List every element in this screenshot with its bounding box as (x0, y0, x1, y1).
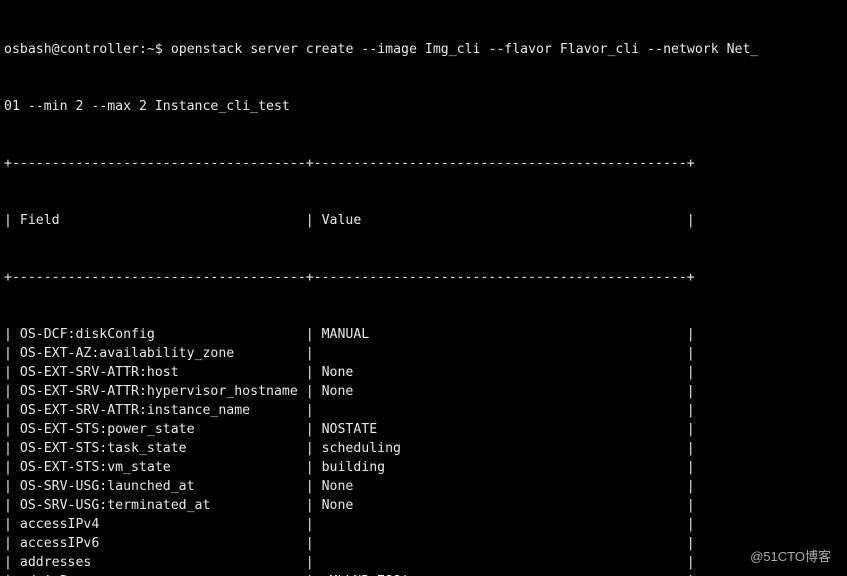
table-body: | OS-DCF:diskConfig | MANUAL || OS-EXT-A… (4, 325, 843, 576)
command-text-line2: 01 --min 2 --max 2 Instance_cli_test (4, 97, 843, 116)
table-row: | OS-EXT-STS:vm_state | building | (4, 458, 843, 477)
prompt-symbol: $ (155, 42, 163, 57)
table-row: | addresses | | (4, 553, 843, 572)
table-header-row: | Field | Value | (4, 211, 843, 230)
watermark: @51CTO博客 (750, 547, 831, 566)
table-row: | OS-EXT-STS:power_state | NOSTATE | (4, 420, 843, 439)
table-border-top: +-------------------------------------+-… (4, 154, 843, 173)
table-border-header: +-------------------------------------+-… (4, 268, 843, 287)
table-row: | OS-EXT-STS:task_state | scheduling | (4, 439, 843, 458)
table-row: | adminPass | mMbLNBn788iu | (4, 572, 843, 576)
terminal-output[interactable]: osbash@controller:~$ openstack server cr… (0, 0, 847, 576)
table-row: | OS-DCF:diskConfig | MANUAL | (4, 325, 843, 344)
table-row: | OS-SRV-USG:terminated_at | None | (4, 496, 843, 515)
table-row: | OS-EXT-SRV-ATTR:hypervisor_hostname | … (4, 382, 843, 401)
table-row: | OS-EXT-AZ:availability_zone | | (4, 344, 843, 363)
prompt-user: osbash (4, 42, 52, 57)
table-row: | OS-SRV-USG:launched_at | None | (4, 477, 843, 496)
table-row: | OS-EXT-SRV-ATTR:instance_name | | (4, 401, 843, 420)
command-text-line1: openstack server create --image Img_cli … (171, 42, 759, 57)
prompt-host: controller (60, 42, 139, 57)
prompt-line: osbash@controller:~$ openstack server cr… (4, 40, 843, 59)
table-row: | accessIPv6 | | (4, 534, 843, 553)
table-row: | accessIPv4 | | (4, 515, 843, 534)
prompt-path: ~ (147, 42, 155, 57)
table-row: | OS-EXT-SRV-ATTR:host | None | (4, 363, 843, 382)
